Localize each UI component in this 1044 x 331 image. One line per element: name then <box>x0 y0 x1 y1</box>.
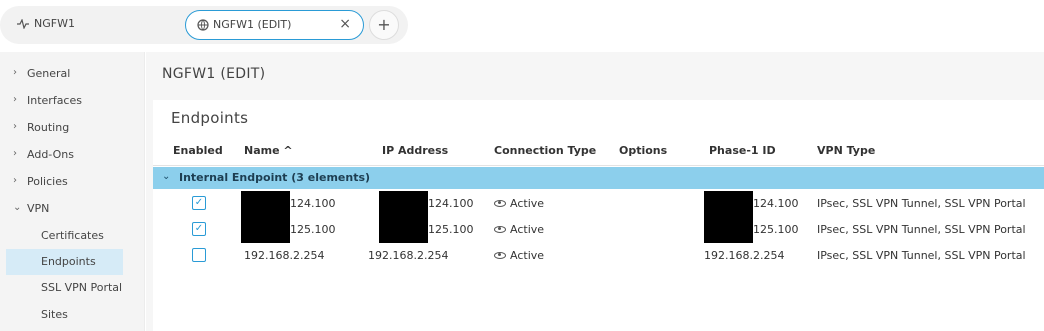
chevron-right-icon: › <box>13 148 17 159</box>
vpn-type-cell: IPsec, SSL VPN Tunnel, SSL VPN Portal <box>817 223 1026 236</box>
sidebar-item-sites[interactable]: Sites <box>6 302 123 328</box>
section-title: Endpoints <box>171 109 249 127</box>
connection-status-icon <box>494 226 506 233</box>
ip-cell: 125.100 <box>428 223 474 236</box>
connection-cell: Active <box>494 249 544 262</box>
sidebar-item-vpn[interactable]: ⌄ VPN <box>0 196 145 222</box>
redaction-block <box>241 191 290 217</box>
table-header: Enabled Name ^ IP Address Connection Typ… <box>153 136 1044 166</box>
sidebar-item-label: SSL VPN Portal <box>41 281 123 294</box>
ip-cell: 124.100 <box>428 197 474 210</box>
tab-ngfw1-edit[interactable]: NGFW1 (EDIT) × <box>185 10 364 40</box>
name-cell: 192.168.2.254 <box>244 249 325 262</box>
close-icon[interactable]: × <box>339 16 351 32</box>
column-header-ip-address[interactable]: IP Address <box>382 144 448 157</box>
chevron-right-icon: › <box>13 94 17 105</box>
group-row-internal-endpoint[interactable]: ⌄ Internal Endpoint (3 elements) <box>153 167 1044 189</box>
sidebar-item-policies[interactable]: › Policies <box>0 169 145 195</box>
chevron-right-icon: › <box>13 121 17 132</box>
column-header-vpn-type[interactable]: VPN Type <box>817 144 875 157</box>
sidebar-item-label: Sites <box>41 308 68 321</box>
main-content: NGFW1 (EDIT) Endpoints Enabled Name ^ IP… <box>146 52 1044 331</box>
chevron-right-icon: › <box>13 175 17 186</box>
tab-ngfw1-edit-label: NGFW1 (EDIT) <box>213 18 292 31</box>
sidebar-item-label: Endpoints <box>41 255 96 268</box>
ip-cell: 192.168.2.254 <box>368 249 449 262</box>
redaction-block <box>379 217 428 243</box>
redaction-block <box>241 217 290 243</box>
connection-status-icon <box>494 252 506 259</box>
name-cell: 125.100 <box>290 223 336 236</box>
table-row[interactable]: ✓ 124.100 124.100 Active 124.100 IPsec, … <box>153 191 1044 217</box>
group-label: Internal Endpoint (3 elements) <box>179 171 371 184</box>
connection-label: Active <box>510 197 545 210</box>
sidebar-item-routing[interactable]: › Routing <box>0 115 145 141</box>
add-tab-button[interactable]: + <box>369 10 399 40</box>
tab-ngfw1-label: NGFW1 <box>34 17 75 30</box>
chevron-down-icon: ⌄ <box>162 171 171 182</box>
chevron-down-icon: ⌄ <box>13 202 22 213</box>
tab-bar: NGFW1 NGFW1 (EDIT) × + <box>0 0 1044 52</box>
table-row[interactable]: ✓ 125.100 125.100 Active 125.100 IPsec, … <box>153 217 1044 243</box>
sidebar-item-general[interactable]: › General <box>0 61 145 87</box>
connection-cell: Active <box>494 223 544 236</box>
globe-settings-icon <box>197 18 209 31</box>
sidebar-item-label: Interfaces <box>27 94 82 107</box>
vpn-type-cell: IPsec, SSL VPN Tunnel, SSL VPN Portal <box>817 197 1026 210</box>
redaction-block <box>704 191 753 217</box>
sidebar-item-label: Routing <box>27 121 70 134</box>
connection-label: Active <box>510 249 545 262</box>
connection-status-icon <box>494 200 506 207</box>
phase1-cell: 192.168.2.254 <box>704 249 785 262</box>
enabled-checkbox[interactable]: ✓ <box>192 222 206 236</box>
redaction-block <box>704 217 753 243</box>
sidebar-item-label: General <box>27 67 71 80</box>
column-header-phase1-id[interactable]: Phase-1 ID <box>709 144 776 157</box>
enabled-checkbox[interactable]: ✓ <box>192 196 206 210</box>
connection-cell: Active <box>494 197 544 210</box>
sidebar-item-add-ons[interactable]: › Add-Ons <box>0 142 145 168</box>
redaction-block <box>379 191 428 217</box>
sidebar: › General › Interfaces › Routing › Add-O… <box>0 52 145 331</box>
sidebar-item-label: Policies <box>27 175 68 188</box>
chevron-right-icon: › <box>13 67 17 78</box>
endpoints-panel: Endpoints Enabled Name ^ IP Address Conn… <box>153 100 1044 331</box>
phase1-cell: 124.100 <box>753 197 799 210</box>
column-header-options[interactable]: Options <box>619 144 667 157</box>
column-header-connection-type[interactable]: Connection Type <box>494 144 596 157</box>
sidebar-item-ssl-vpn-portal[interactable]: SSL VPN Portal <box>6 275 123 301</box>
name-cell: 124.100 <box>290 197 336 210</box>
tab-ngfw1[interactable]: NGFW1 <box>17 17 75 30</box>
activity-icon <box>17 18 29 29</box>
column-header-enabled[interactable]: Enabled <box>173 144 223 157</box>
page-title: NGFW1 (EDIT) <box>162 66 266 82</box>
sidebar-item-label: VPN <box>27 202 50 215</box>
column-header-name[interactable]: Name ^ <box>244 144 293 157</box>
sidebar-item-label: Certificates <box>41 229 104 242</box>
sidebar-item-endpoints[interactable]: Endpoints <box>6 249 123 275</box>
sidebar-item-interfaces[interactable]: › Interfaces <box>0 88 145 114</box>
enabled-checkbox[interactable] <box>192 248 206 262</box>
sidebar-item-label: Add-Ons <box>27 148 74 161</box>
vpn-type-cell: IPsec, SSL VPN Tunnel, SSL VPN Portal <box>817 249 1026 262</box>
sidebar-item-certificates[interactable]: Certificates <box>6 223 123 249</box>
phase1-cell: 125.100 <box>753 223 799 236</box>
connection-label: Active <box>510 223 545 236</box>
table-row[interactable]: 192.168.2.254 192.168.2.254 Active 192.1… <box>153 243 1044 269</box>
